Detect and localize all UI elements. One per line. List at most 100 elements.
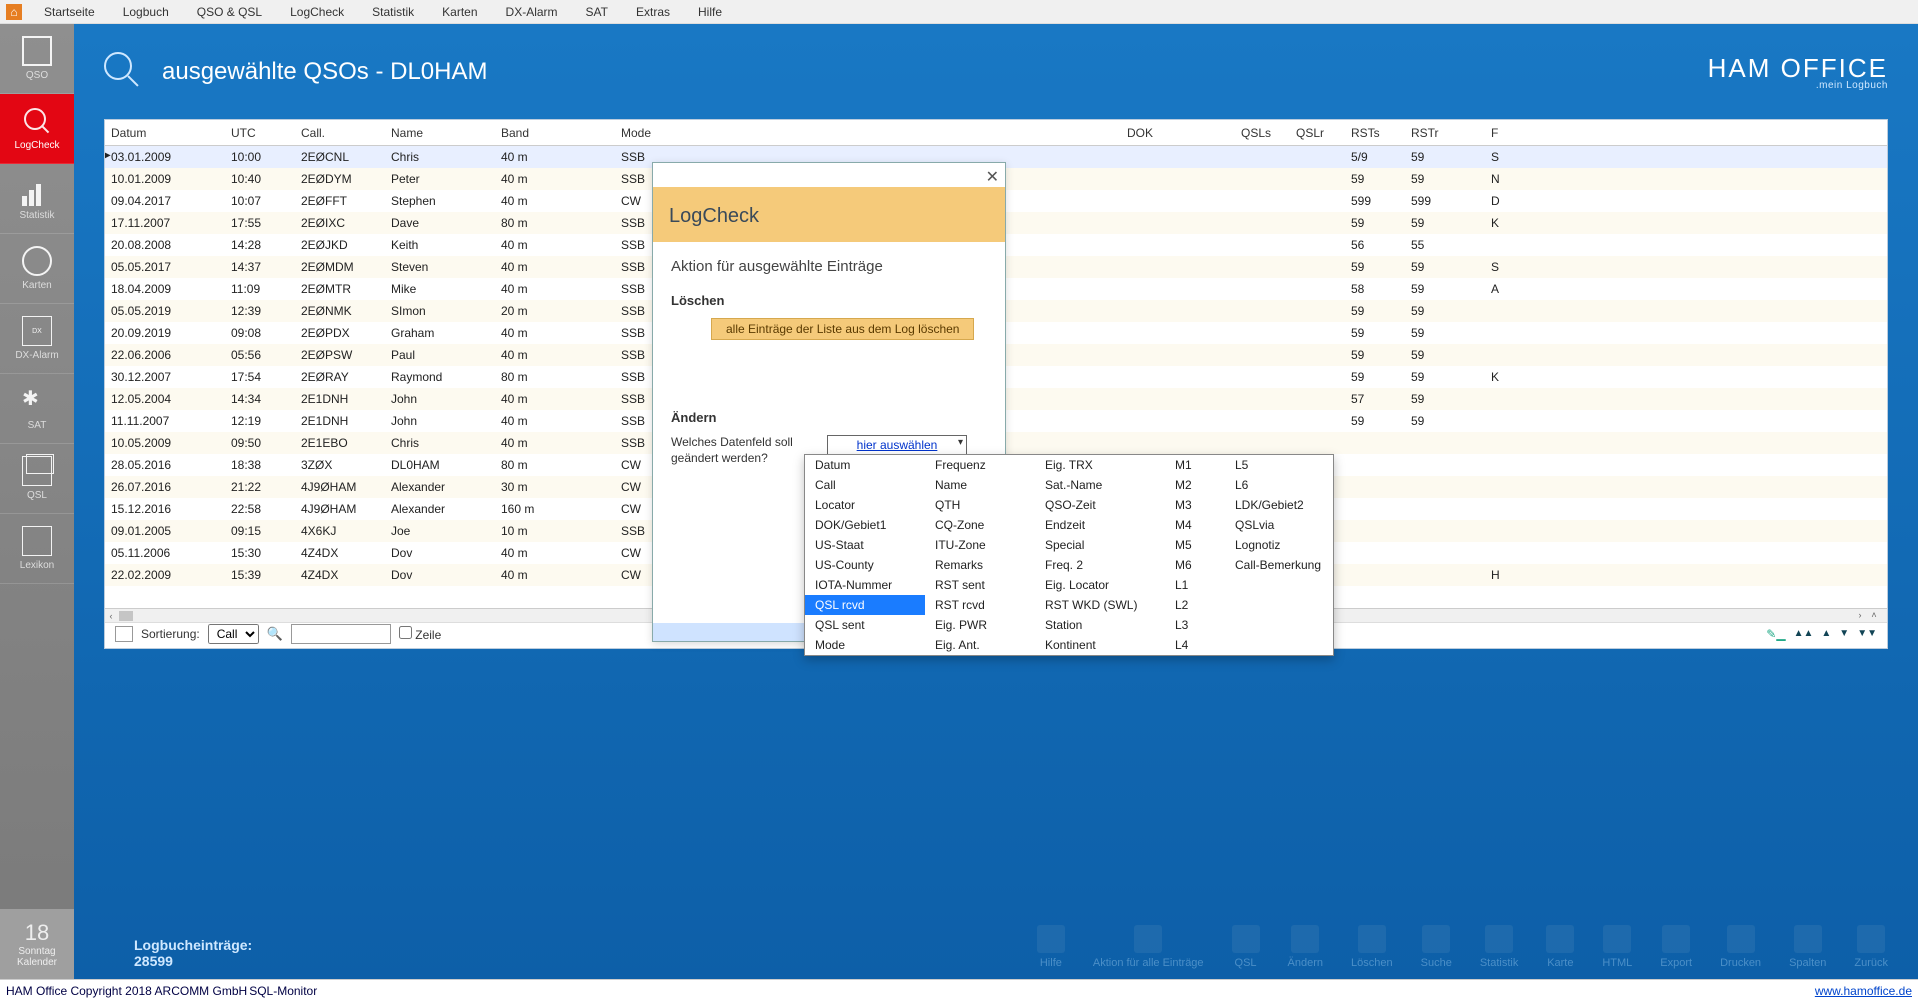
footer-action-spalten[interactable]: Spalten xyxy=(1789,925,1826,969)
dropdown-option[interactable]: RST sent xyxy=(925,575,1035,595)
dropdown-option[interactable]: Call-Bemerkung xyxy=(1225,555,1335,575)
footer-action-export[interactable]: Export xyxy=(1660,925,1692,969)
dropdown-option[interactable]: Name xyxy=(925,475,1035,495)
menu-hilfe[interactable]: Hilfe xyxy=(684,5,736,19)
footer-action-qsl[interactable]: QSL xyxy=(1232,925,1260,969)
dropdown-option[interactable]: CQ-Zone xyxy=(925,515,1035,535)
nav-next-icon[interactable]: ▼ xyxy=(1839,628,1849,639)
dropdown-option[interactable]: Call xyxy=(805,475,925,495)
leftbar-sat[interactable]: SAT xyxy=(0,374,74,444)
dropdown-option[interactable]: QSLvia xyxy=(1225,515,1335,535)
dropdown-option[interactable]: Kontinent xyxy=(1035,635,1165,655)
dropdown-option[interactable]: M6 xyxy=(1165,555,1225,575)
dropdown-option[interactable]: M2 xyxy=(1165,475,1225,495)
dropdown-option[interactable]: Mode xyxy=(805,635,925,655)
menu-logbuch[interactable]: Logbuch xyxy=(109,5,183,19)
footer-action-hilfe[interactable]: Hilfe xyxy=(1037,925,1065,969)
dropdown-option[interactable]: Datum xyxy=(805,455,925,475)
dropdown-option[interactable]: QTH xyxy=(925,495,1035,515)
menu-startseite[interactable]: Startseite xyxy=(30,5,109,19)
footer-action-l-schen[interactable]: Löschen xyxy=(1351,925,1393,969)
dropdown-option[interactable]: Special xyxy=(1035,535,1165,555)
zeile-checkbox[interactable]: Zeile xyxy=(399,626,441,642)
col-qslr[interactable]: QSLr xyxy=(1290,126,1345,140)
leftbar-lexikon[interactable]: Lexikon xyxy=(0,514,74,584)
dropdown-option[interactable]: M3 xyxy=(1165,495,1225,515)
scroll-up-icon[interactable]: ˄ xyxy=(1868,610,1880,620)
dropdown-option[interactable]: L6 xyxy=(1225,475,1335,495)
footer-action-suche[interactable]: Suche xyxy=(1421,925,1452,969)
dropdown-option[interactable]: Remarks xyxy=(925,555,1035,575)
dropdown-option[interactable]: Frequenz xyxy=(925,455,1035,475)
edit-icon[interactable]: ✎▁ xyxy=(1766,627,1785,641)
leftbar-qso[interactable]: QSO xyxy=(0,24,74,94)
dropdown-option[interactable]: RST WKD (SWL) xyxy=(1035,595,1165,615)
dropdown-option[interactable]: L4 xyxy=(1165,635,1225,655)
col-f[interactable]: F xyxy=(1485,126,1523,140)
dropdown-option[interactable]: Lognotiz xyxy=(1225,535,1335,555)
leftbar-logcheck[interactable]: LogCheck xyxy=(0,94,74,164)
field-dropdown[interactable]: DatumFrequenzEig. TRXM1L5CallNameSat.-Na… xyxy=(804,454,1334,656)
col-qsls[interactable]: QSLs xyxy=(1235,126,1290,140)
col-utc[interactable]: UTC xyxy=(225,126,295,140)
dropdown-option[interactable]: Locator xyxy=(805,495,925,515)
home-icon[interactable] xyxy=(6,4,22,20)
dropdown-option[interactable]: M5 xyxy=(1165,535,1225,555)
dropdown-option[interactable]: L2 xyxy=(1165,595,1225,615)
dropdown-option[interactable]: RST rcvd xyxy=(925,595,1035,615)
menu-dxalarm[interactable]: DX-Alarm xyxy=(492,5,572,19)
col-datum[interactable]: Datum xyxy=(105,126,225,140)
dropdown-option[interactable]: DOK/Gebiet1 xyxy=(805,515,925,535)
dropdown-option[interactable]: QSL rcvd xyxy=(805,595,925,615)
close-icon[interactable]: ✕ xyxy=(986,167,999,187)
dropdown-option[interactable]: Eig. Ant. xyxy=(925,635,1035,655)
col-dok[interactable]: DOK xyxy=(1045,126,1235,140)
footer-action-drucken[interactable]: Drucken xyxy=(1720,925,1761,969)
col-band[interactable]: Band xyxy=(495,126,615,140)
col-name[interactable]: Name xyxy=(385,126,495,140)
dropdown-option[interactable]: L1 xyxy=(1165,575,1225,595)
delete-all-button[interactable]: alle Einträge der Liste aus dem Log lösc… xyxy=(711,318,974,340)
dropdown-option[interactable]: L3 xyxy=(1165,615,1225,635)
dropdown-option[interactable]: Freq. 2 xyxy=(1035,555,1165,575)
footer-action-statistik[interactable]: Statistik xyxy=(1480,925,1519,969)
menu-karten[interactable]: Karten xyxy=(428,5,491,19)
footer-action-aktion-f-r-alle-eintr-ge[interactable]: Aktion für alle Einträge xyxy=(1093,925,1204,969)
field-select[interactable]: hier auswählen xyxy=(827,435,967,455)
menu-logcheck[interactable]: LogCheck xyxy=(276,5,358,19)
nav-first-icon[interactable]: ▲▲ xyxy=(1794,628,1814,639)
small-search-icon[interactable]: 🔍 xyxy=(267,626,283,642)
menu-statistik[interactable]: Statistik xyxy=(358,5,428,19)
footer-action--ndern[interactable]: Ändern xyxy=(1288,925,1323,969)
col-call[interactable]: Call. xyxy=(295,126,385,140)
sql-monitor-label[interactable]: SQL-Monitor xyxy=(249,984,317,998)
footer-action-zur-ck[interactable]: Zurück xyxy=(1854,925,1888,969)
menu-sat[interactable]: SAT xyxy=(572,5,622,19)
col-rsts[interactable]: RSTs xyxy=(1345,126,1405,140)
dropdown-option[interactable]: Eig. TRX xyxy=(1035,455,1165,475)
col-mode[interactable]: Mode xyxy=(615,126,1045,140)
dropdown-option[interactable]: US-County xyxy=(805,555,925,575)
leftbar-calendar[interactable]: 18 Sonntag Kalender xyxy=(0,909,74,979)
scroll-thumb[interactable] xyxy=(119,611,133,621)
dropdown-option[interactable]: M1 xyxy=(1165,455,1225,475)
dropdown-option[interactable]: Sat.-Name xyxy=(1035,475,1165,495)
dropdown-option[interactable]: US-Staat xyxy=(805,535,925,555)
leftbar-dxalarm[interactable]: DXDX-Alarm xyxy=(0,304,74,374)
leftbar-qsl[interactable]: QSL xyxy=(0,444,74,514)
menu-qsoqsl[interactable]: QSO & QSL xyxy=(183,5,276,19)
nav-prev-icon[interactable]: ▲ xyxy=(1821,628,1831,639)
dropdown-option[interactable]: IOTA-Nummer xyxy=(805,575,925,595)
dropdown-option[interactable]: Endzeit xyxy=(1035,515,1165,535)
dropdown-option[interactable]: Eig. Locator xyxy=(1035,575,1165,595)
scroll-left-icon[interactable]: ‹ xyxy=(105,611,117,621)
dropdown-option[interactable]: QSO-Zeit xyxy=(1035,495,1165,515)
leftbar-karten[interactable]: Karten xyxy=(0,234,74,304)
sort-select[interactable]: Call xyxy=(208,624,259,644)
dropdown-option[interactable]: QSL sent xyxy=(805,615,925,635)
nav-last-icon[interactable]: ▼▼ xyxy=(1857,628,1877,639)
footer-action-html[interactable]: HTML xyxy=(1602,925,1632,969)
dropdown-option[interactable]: LDK/Gebiet2 xyxy=(1225,495,1335,515)
dropdown-option[interactable]: M4 xyxy=(1165,515,1225,535)
dropdown-option[interactable]: Station xyxy=(1035,615,1165,635)
